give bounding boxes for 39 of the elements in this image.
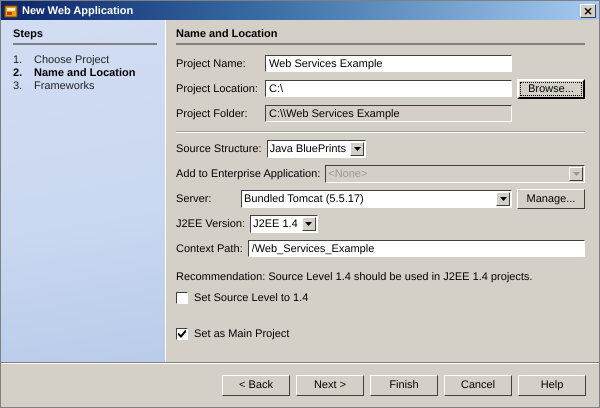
checkbox[interactable] [176, 328, 188, 340]
field-label: Server: [176, 192, 212, 206]
dropdown[interactable]: Java BluePrints [266, 140, 366, 158]
field-label: J2EE Version: [176, 216, 246, 230]
field-label: Add to Enterprise Application: [176, 166, 320, 180]
field-label: Project Name: [176, 56, 247, 70]
dropdown-arrow-icon [354, 146, 361, 150]
checkbox[interactable] [176, 292, 188, 304]
step-item: 2. Name and Location [13, 66, 136, 79]
readonly-field: C:\\Web Services Example [265, 105, 512, 122]
recommendation-text: Recommendation: Source Level 1.4 should be used in J2EE 1.4 projects. [176, 270, 534, 284]
step-item: 3. Frameworks [13, 79, 96, 92]
browse-button[interactable]: Browse... [517, 78, 585, 98]
dropdown-arrow-icon [305, 222, 312, 226]
section-title: Name and Location [176, 28, 585, 45]
field-label: Context Path: [176, 242, 243, 256]
checkbox-label: Set as Main Project [194, 328, 290, 340]
field-label: Source Structure: [176, 142, 262, 156]
dropdown-arrow-icon [572, 172, 580, 176]
text-field[interactable]: Web Services Example [265, 55, 512, 72]
dropdown[interactable]: Bundled Tomcat (5.5.17) [241, 190, 512, 208]
dialog-button[interactable]: Cancel [444, 374, 512, 396]
field-label: Project Location: [176, 82, 259, 96]
dropdown-arrow-icon [500, 196, 506, 200]
field-label: Project Folder: [176, 106, 249, 120]
step-item: 1. Choose Project [13, 53, 110, 66]
manage-button[interactable]: Manage... [517, 188, 585, 208]
text-field[interactable]: /Web_Services_Example [248, 240, 585, 257]
dropdown[interactable]: J2EE 1.4 [250, 214, 318, 232]
dialog-button[interactable]: Next > [296, 374, 364, 396]
close-button[interactable]: × [580, 4, 596, 18]
window-title: New Web Application [22, 4, 134, 16]
dialog-button[interactable]: Help [518, 374, 586, 396]
checkbox-label: Set Source Level to 1.4 [194, 292, 308, 304]
text-field[interactable]: C:\ [265, 80, 512, 97]
dialog-button[interactable]: < Back [222, 374, 290, 396]
steps-title: Steps [13, 28, 157, 45]
app-icon [4, 4, 18, 18]
dialog-button[interactable]: Finish [370, 374, 438, 396]
